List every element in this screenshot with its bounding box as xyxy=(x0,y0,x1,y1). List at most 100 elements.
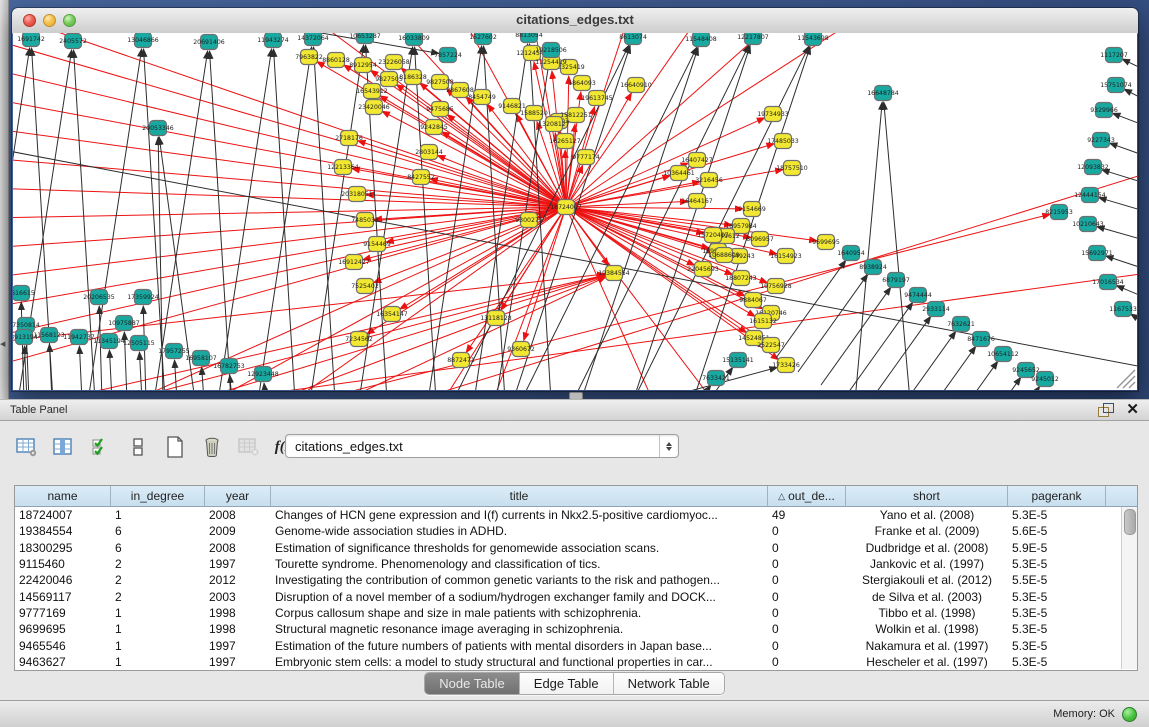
graph-node-yellow[interactable]: 1733426 xyxy=(772,358,800,373)
show-columns-icon[interactable] xyxy=(51,434,77,460)
citation-edge-black[interactable] xyxy=(821,287,891,385)
graph-node-teal[interactable]: 1527602 xyxy=(469,33,497,45)
graph-node-teal[interactable]: 15692971 xyxy=(1081,246,1113,261)
table-row[interactable]: 946362711997Embryonic stem cells: a mode… xyxy=(15,654,1137,670)
citation-edge-black[interactable] xyxy=(798,274,868,372)
citation-edge-black[interactable] xyxy=(1099,198,1137,213)
graph-node-yellow[interactable]: 3216456 xyxy=(695,173,723,188)
citation-edge-black[interactable] xyxy=(79,346,82,390)
graph-node-teal[interactable]: 11943274 xyxy=(257,33,289,48)
graph-node-teal[interactable]: 9329966 xyxy=(1090,103,1118,118)
citation-edge-black[interactable] xyxy=(1131,314,1137,327)
graph-node-yellow[interactable]: 9699695 xyxy=(812,235,840,250)
column-header-title[interactable]: title xyxy=(271,486,768,506)
row-height-icon[interactable] xyxy=(125,434,151,460)
graph-node-yellow[interactable]: 7485033 xyxy=(351,213,379,228)
citation-edge-black[interactable] xyxy=(109,350,112,390)
citation-edge-black[interactable] xyxy=(1116,285,1137,300)
graph-node-teal[interactable]: 12444154 xyxy=(1074,188,1106,203)
memory-ok-indicator[interactable] xyxy=(1122,707,1137,722)
graph-node-yellow[interactable]: 18807243 xyxy=(725,271,757,286)
graph-node-yellow[interactable]: 16154923 xyxy=(770,249,802,264)
window-titlebar[interactable]: citations_edges.txt xyxy=(12,8,1138,34)
graph-node-yellow[interactable]: 16912427 xyxy=(338,255,370,270)
graph-node-teal[interactable]: 11543698 xyxy=(797,33,829,46)
graph-node-teal[interactable]: 16033809 xyxy=(398,33,430,46)
graph-node-teal[interactable]: 9474444 xyxy=(904,288,932,303)
graph-node-teal[interactable]: 10654112 xyxy=(987,347,1019,362)
graph-node-yellow[interactable]: 8096957 xyxy=(746,232,774,247)
citation-edge-red[interactable] xyxy=(13,207,566,278)
citation-edge-black[interactable] xyxy=(1124,89,1137,103)
graph-node-yellow[interactable]: 18757510 xyxy=(776,161,808,176)
table-mode-icon[interactable] xyxy=(14,434,40,460)
column-header-name[interactable]: name xyxy=(15,486,111,506)
graph-node-teal[interactable]: 7632621 xyxy=(947,317,975,332)
citation-edge-red[interactable] xyxy=(273,276,606,390)
graph-node-teal[interactable]: 7857224 xyxy=(434,48,462,63)
citation-edge-black[interactable] xyxy=(884,102,910,390)
float-panel-icon[interactable] xyxy=(1098,403,1114,417)
graph-node-teal[interactable]: 14372064 xyxy=(297,33,329,46)
graph-node-teal[interactable]: 8215953 xyxy=(1045,205,1073,220)
graph-node-teal[interactable]: 20691406 xyxy=(193,35,225,50)
graph-node-yellow[interactable]: 16407427 xyxy=(681,153,713,168)
graph-node-teal[interactable]: 16782753 xyxy=(213,359,245,374)
tab-edge-table[interactable]: Edge Table xyxy=(520,673,614,694)
network-view-window[interactable]: citations_edges.txt 18724007796382288601… xyxy=(12,8,1138,391)
citation-edge-black[interactable] xyxy=(415,47,436,390)
graph-node-yellow[interactable]: 23226058 xyxy=(378,55,410,70)
graph-node-teal[interactable]: 1691742 xyxy=(17,33,45,47)
table-row[interactable]: 1872400712008Changes of HCN gene express… xyxy=(15,507,1137,523)
splitter-collapse-icon[interactable]: ◀ xyxy=(0,340,5,348)
column-checks-icon[interactable] xyxy=(88,434,114,460)
graph-node-yellow[interactable]: 9154669 xyxy=(738,202,766,217)
citation-edge-black[interactable] xyxy=(928,361,998,390)
citation-edge-red[interactable] xyxy=(13,38,566,207)
graph-node-yellow[interactable]: 19613745 xyxy=(581,91,613,106)
graph-node-teal[interactable]: 2405572 xyxy=(59,34,87,49)
table-row[interactable]: 977716911998Corpus callosum shape and si… xyxy=(15,605,1137,621)
table-row[interactable]: 946554611997Estimation of the future num… xyxy=(15,637,1137,653)
graph-node-teal[interactable]: 12217807 xyxy=(737,33,769,45)
citation-edge-black[interactable] xyxy=(258,47,312,390)
graph-node-teal[interactable]: 20053346 xyxy=(142,121,174,136)
citation-edge-black[interactable] xyxy=(886,331,956,390)
graph-node-yellow[interactable]: 8912954 xyxy=(349,58,377,73)
graph-node-teal[interactable]: 6879197 xyxy=(882,273,910,288)
table-row[interactable]: 1938455462009Genome-wide association stu… xyxy=(15,523,1137,539)
graph-node-teal[interactable]: 9227343 xyxy=(1087,133,1115,148)
network-canvas[interactable]: 1872400779638228860128891295423226058982… xyxy=(13,33,1137,390)
citation-edge-black[interactable] xyxy=(1102,170,1137,185)
graph-node-yellow[interactable]: 1864093 xyxy=(568,76,596,91)
citation-edge-black[interactable] xyxy=(314,47,335,390)
graph-node-teal[interactable]: 2616615 xyxy=(13,286,35,301)
graph-node-teal[interactable]: 15135141 xyxy=(722,353,754,368)
scrollbar-thumb[interactable] xyxy=(1124,509,1136,535)
graph-node-teal[interactable]: 1640954 xyxy=(837,246,865,261)
graph-node-teal[interactable]: 17359924 xyxy=(127,290,159,305)
citation-edge-black[interactable] xyxy=(1097,226,1137,242)
graph-node-yellow[interactable]: 12213364 xyxy=(327,160,359,175)
table-row[interactable]: 969969511998Structural magnetic resonanc… xyxy=(15,621,1137,637)
table-scrollbar[interactable] xyxy=(1121,507,1137,669)
citation-edge-black[interactable] xyxy=(1112,113,1137,128)
column-header-pagerank[interactable]: pagerank xyxy=(1008,486,1106,506)
graph-node-yellow[interactable]: 16464167 xyxy=(681,194,713,209)
tab-node-table[interactable]: Node Table xyxy=(425,673,520,694)
citation-edge-black[interactable] xyxy=(1122,59,1137,73)
citation-edge-black[interactable] xyxy=(202,367,204,390)
table-row[interactable]: 1456911722003Disruption of a novel membe… xyxy=(15,588,1137,604)
graph-node-teal[interactable]: 10975887 xyxy=(108,316,140,331)
window-resize-grip[interactable] xyxy=(1117,370,1135,388)
citation-edge-red[interactable] xyxy=(213,273,1137,390)
graph-node-teal[interactable]: 1167533 xyxy=(1109,302,1137,317)
graph-node-yellow[interactable]: 8186328 xyxy=(399,70,427,85)
citation-edge-black[interactable] xyxy=(861,316,931,390)
graph-node-yellow[interactable]: 8860128 xyxy=(322,53,350,68)
graph-node-teal[interactable]: 11568123 xyxy=(33,328,65,343)
graph-node-yellow[interactable]: 2718176 xyxy=(335,131,363,146)
left-splitter[interactable]: ◀ xyxy=(0,0,9,399)
citation-edge-black[interactable] xyxy=(970,386,1040,390)
citation-edge-red[interactable] xyxy=(566,118,765,207)
